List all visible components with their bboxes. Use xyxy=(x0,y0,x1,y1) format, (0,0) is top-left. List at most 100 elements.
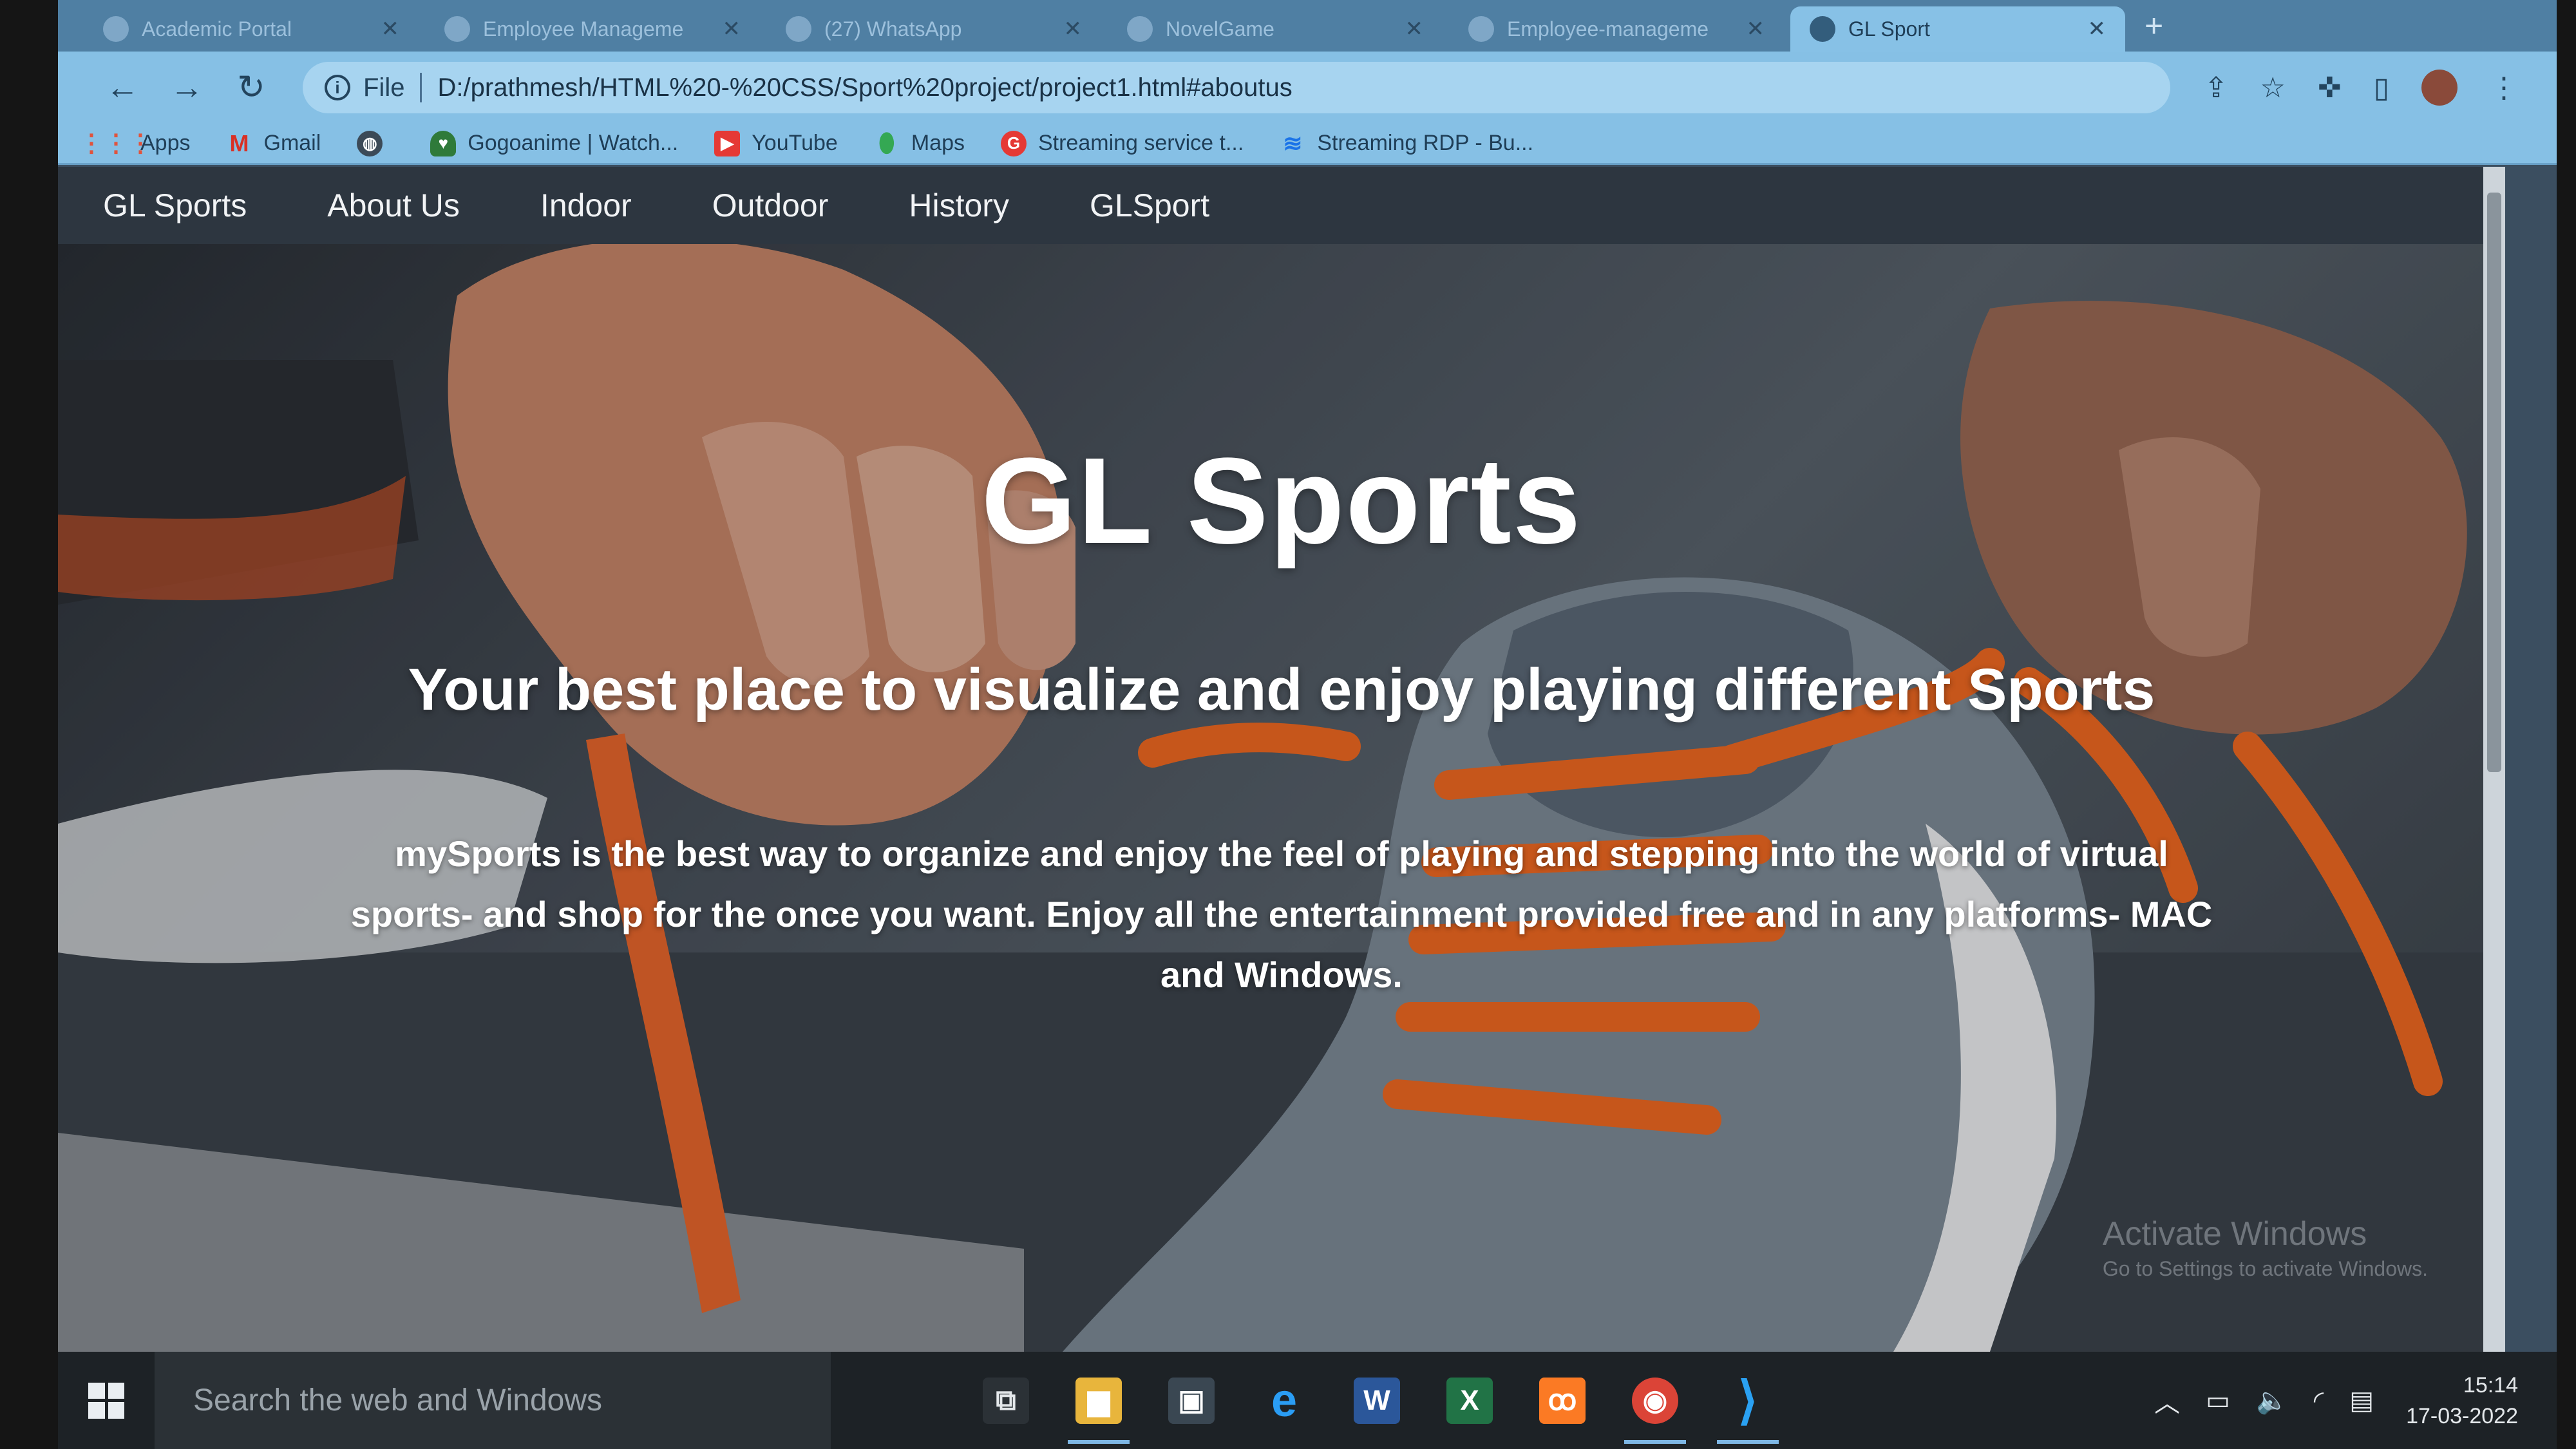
chevron-up-icon[interactable]: ︿ xyxy=(2154,1382,2180,1419)
taskbar-app[interactable]: ▆ xyxy=(1052,1352,1145,1449)
taskbar-app[interactable]: ▣ xyxy=(1145,1352,1238,1449)
taskbar-app[interactable]: ⟩ xyxy=(1701,1352,1794,1449)
taskbar-search-box[interactable]: Search the web and Windows xyxy=(155,1352,831,1449)
bookmark-label: Apps xyxy=(140,131,191,155)
taskbar-clock[interactable]: 15:14 17-03-2022 xyxy=(2406,1370,2518,1432)
tab-favicon-icon xyxy=(1468,16,1494,42)
bookmark-label: Gmail xyxy=(263,131,321,155)
browser-tab[interactable]: Employee-manageme ✕ xyxy=(1449,6,1784,52)
tab-title: Academic Portal xyxy=(142,17,292,41)
reload-icon[interactable]: ↻ xyxy=(225,62,277,113)
browser-tab[interactable]: NovelGame ✕ xyxy=(1108,6,1443,52)
site-navbar: GL Sports About Us Indoor Outdoor Histor… xyxy=(58,167,2505,244)
hero-overlay xyxy=(58,244,2505,1352)
tab-favicon-icon xyxy=(1127,16,1153,42)
taskbar-app[interactable]: X xyxy=(1423,1352,1516,1449)
taskbar-pinned-apps: ⧉ ▆ ▣ e W X ꝏ ◉ ⟩ xyxy=(960,1352,1794,1449)
tab-title: GL Sport xyxy=(1848,17,1930,41)
url-divider xyxy=(420,73,422,102)
nav-link-about-us[interactable]: About Us xyxy=(327,187,460,224)
nav-link-outdoor[interactable]: Outdoor xyxy=(712,187,829,224)
forward-arrow-icon[interactable]: → xyxy=(161,62,213,113)
apps-grid-icon: ⋮⋮⋮ xyxy=(79,130,153,157)
browser-tab[interactable]: Employee Manageme ✕ xyxy=(425,6,760,52)
volume-icon[interactable]: 🔈 xyxy=(2256,1385,2288,1416)
system-tray: ︿ ▭ 🔈 ◜ ▤ 15:14 17-03-2022 xyxy=(2128,1370,2557,1432)
g-logo-icon: G xyxy=(1000,130,1027,156)
taskbar-app[interactable]: ◉ xyxy=(1609,1352,1701,1449)
tab-favicon-icon xyxy=(444,16,470,42)
scrollbar-thumb[interactable] xyxy=(2487,193,2501,772)
nav-link-indoor[interactable]: Indoor xyxy=(540,187,632,224)
bookmark-label: Streaming service t... xyxy=(1037,131,1244,155)
menu-kebab-icon[interactable]: ⋮ xyxy=(2490,71,2518,104)
browser-tab-active[interactable]: GL Sport ✕ xyxy=(1790,6,2125,52)
hero-section: GL Sports Your best place to visualize a… xyxy=(58,244,2505,1352)
taskbar-app[interactable]: ꝏ xyxy=(1516,1352,1609,1449)
maps-pin-icon: ⬮ xyxy=(878,129,895,157)
taskbar-app[interactable]: e xyxy=(1238,1352,1331,1449)
start-button[interactable] xyxy=(58,1352,155,1449)
bookmark-streaming-service[interactable]: G Streaming service t... xyxy=(1000,130,1244,156)
browser-toolbar: ← → ↻ i File D:/prathmesh/HTML%20-%20CSS… xyxy=(58,52,2557,124)
url-text[interactable]: D:/prathmesh/HTML%20-%20CSS/Sport%20proj… xyxy=(437,73,1292,102)
tab-title: Employee Manageme xyxy=(483,17,684,41)
notifications-icon[interactable]: ▤ xyxy=(2349,1386,2374,1416)
wifi-icon[interactable]: ◜ xyxy=(2314,1386,2324,1416)
browser-tab[interactable]: Academic Portal ✕ xyxy=(84,6,419,52)
hero-description: mySports is the best way to organize and… xyxy=(350,833,2213,995)
xampp-icon: ꝏ xyxy=(1539,1377,1586,1424)
bookmark-maps[interactable]: ⬮ Maps xyxy=(874,129,965,157)
new-tab-button[interactable]: + xyxy=(2145,7,2163,44)
browser-tab[interactable]: (27) WhatsApp ✕ xyxy=(766,6,1101,52)
back-arrow-icon[interactable]: ← xyxy=(97,62,148,113)
taskbar-app[interactable]: ⧉ xyxy=(960,1352,1052,1449)
hero-title: GL Sports xyxy=(981,433,1582,569)
address-bar[interactable]: i File D:/prathmesh/HTML%20-%20CSS/Sport… xyxy=(303,62,2170,113)
search-placeholder: Search the web and Windows xyxy=(193,1383,603,1417)
page-scrollbar[interactable] xyxy=(2483,167,2505,1352)
profile-avatar[interactable] xyxy=(2421,70,2458,106)
bookmark-gmail[interactable]: M Gmail xyxy=(227,130,321,156)
extensions-puzzle-icon[interactable]: ✜ xyxy=(2318,71,2342,104)
bookmark-globe[interactable]: ◍ xyxy=(357,130,394,156)
task-view-icon: ⧉ xyxy=(983,1377,1029,1424)
side-panel-icon[interactable]: ▯ xyxy=(2374,71,2389,104)
tab-title: Employee-manageme xyxy=(1507,17,1709,41)
tab-close-icon[interactable]: ✕ xyxy=(1064,16,1083,42)
bookmark-streaming-rdp[interactable]: ≋ Streaming RDP - Bu... xyxy=(1280,129,1533,156)
monitor-screen: Academic Portal ✕ Employee Manageme ✕ (2… xyxy=(58,0,2557,1449)
tab-favicon-icon xyxy=(786,16,811,42)
site-info-icon[interactable]: i xyxy=(325,75,350,100)
bookmark-star-icon[interactable]: ☆ xyxy=(2260,71,2285,104)
url-scheme-label: File xyxy=(363,73,405,102)
rdp-icon: ≋ xyxy=(1283,129,1303,156)
nav-link-home[interactable]: GL Sports xyxy=(103,187,247,224)
tab-close-icon[interactable]: ✕ xyxy=(723,16,741,42)
globe-icon: ◍ xyxy=(357,130,383,156)
tab-close-icon[interactable]: ✕ xyxy=(1747,16,1765,42)
tab-title: NovelGame xyxy=(1166,17,1274,41)
tab-close-icon[interactable]: ✕ xyxy=(2088,16,2107,42)
battery-icon[interactable]: ▭ xyxy=(2206,1386,2230,1416)
tab-close-icon[interactable]: ✕ xyxy=(1405,16,1424,42)
taskbar-app[interactable]: W xyxy=(1331,1352,1423,1449)
activate-windows-watermark: Activate Windows Go to Settings to activ… xyxy=(2103,1215,2428,1281)
bookmark-apps[interactable]: ⋮⋮⋮ Apps xyxy=(79,130,191,157)
tab-close-icon[interactable]: ✕ xyxy=(381,16,400,42)
clock-time: 15:14 xyxy=(2463,1372,2518,1397)
internet-explorer-icon: e xyxy=(1271,1374,1298,1426)
share-icon[interactable]: ⇪ xyxy=(2204,71,2228,104)
bookmarks-bar: ⋮⋮⋮ Apps M Gmail ◍ ♥ Gogoanime | Watch..… xyxy=(58,124,2557,165)
watermark-title: Activate Windows xyxy=(2102,1215,2367,1253)
nav-link-glsport[interactable]: GLSport xyxy=(1090,187,1209,224)
bookmark-youtube[interactable]: ▶ YouTube xyxy=(714,130,838,156)
nav-link-history[interactable]: History xyxy=(909,187,1009,224)
excel-icon: X xyxy=(1446,1377,1493,1424)
tab-favicon-icon xyxy=(103,16,129,42)
vscode-icon: ⟩ xyxy=(1738,1372,1758,1429)
bookmark-gogoanime[interactable]: ♥ Gogoanime | Watch... xyxy=(430,130,679,156)
bookmark-label: Gogoanime | Watch... xyxy=(468,131,679,155)
bookmark-label: YouTube xyxy=(752,131,838,155)
toolbar-actions: ⇪ ☆ ✜ ▯ ⋮ xyxy=(2172,70,2557,106)
